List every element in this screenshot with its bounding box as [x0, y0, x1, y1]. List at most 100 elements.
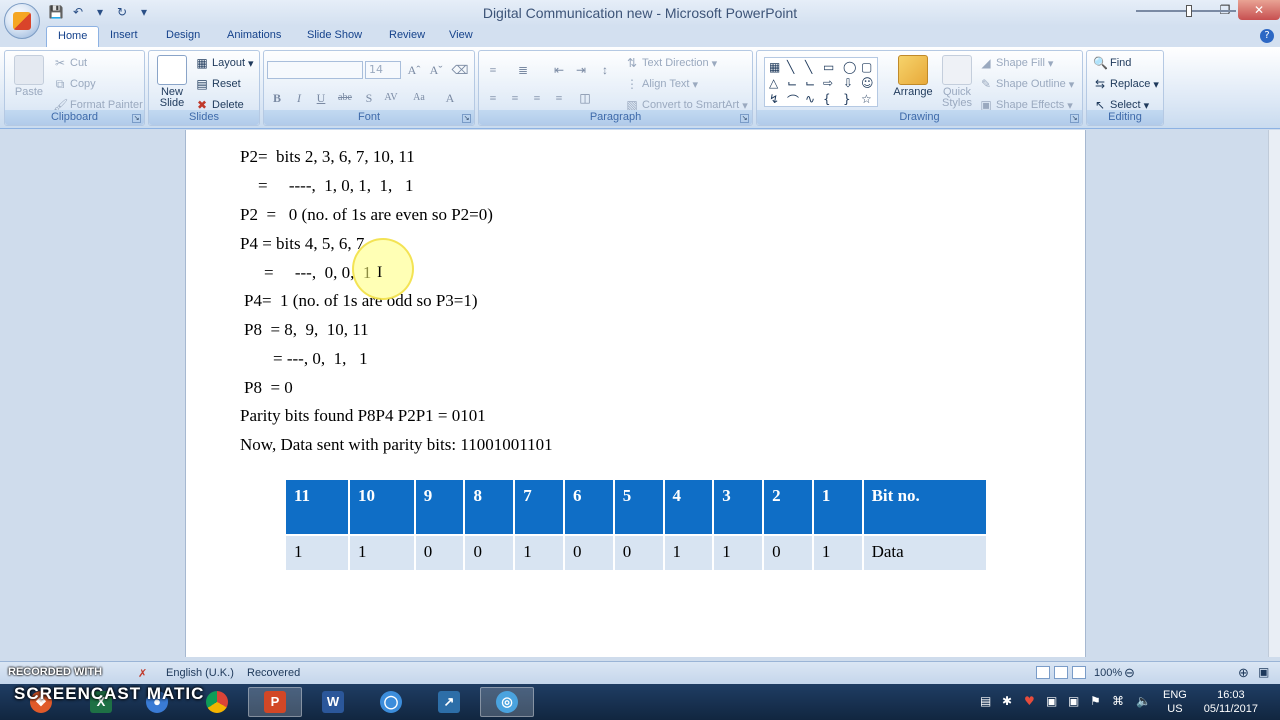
fit-to-window-icon[interactable]: ▣ — [1258, 665, 1269, 679]
text-line[interactable]: P2 = 0 (no. of 1s are even so P2=0) — [240, 205, 493, 225]
text-direction-button[interactable]: ⇅ Text Direction ▾ — [625, 56, 717, 70]
elbow-connector-icon[interactable]: ⌙ — [805, 76, 815, 90]
align-center-icon[interactable]: ≡ — [505, 89, 525, 107]
bit-table[interactable]: 11 10 9 8 7 6 5 4 3 2 1 Bit no. 1 1 0 0 … — [284, 478, 989, 572]
decrease-indent-icon[interactable]: ⇤ — [549, 61, 569, 79]
strikethrough-icon[interactable]: abe — [335, 89, 355, 107]
grow-font-icon[interactable]: Aˆ — [404, 61, 424, 79]
zoom-level[interactable]: 100% — [1094, 667, 1122, 679]
text-line[interactable]: = ---, 0, 1, 1 — [273, 349, 368, 369]
lightning-shape-icon[interactable]: ↯ — [769, 92, 779, 106]
rounded-rect-shape-icon[interactable]: ▢ — [861, 60, 872, 74]
text-line[interactable]: P4 = bits 4, 5, 6, 7 — [240, 234, 364, 254]
wifi-icon[interactable]: ⌘ — [1112, 694, 1124, 708]
right-brace-shape-icon[interactable]: } — [843, 92, 851, 106]
shapes-gallery[interactable]: ▦ ╲ ╲ ▭ ◯ ▢ △ ⌙ ⌙ ⇨ ⇩ ☺ ↯ ⌒ ∿ { } ☆ — [764, 57, 878, 109]
system-clock[interactable]: 16:03 05/11/2017 — [1204, 688, 1258, 716]
tray-app-icon[interactable]: ▣ — [1068, 694, 1079, 708]
shape-fill-button[interactable]: ◢ Shape Fill ▾ — [979, 56, 1053, 70]
find-button[interactable]: 🔍 Find — [1093, 56, 1131, 70]
freeform-shape-icon[interactable]: ∿ — [805, 92, 815, 106]
italic-icon[interactable]: I — [289, 89, 309, 107]
triangle-shape-icon[interactable]: △ — [769, 76, 778, 90]
increase-indent-icon[interactable]: ⇥ — [571, 61, 591, 79]
text-shadow-icon[interactable]: S — [359, 89, 379, 107]
new-slide-button[interactable]: New Slide — [153, 55, 191, 109]
volume-icon[interactable]: 🔈 — [1136, 694, 1151, 708]
shrink-font-icon[interactable]: Aˇ — [426, 61, 446, 79]
office-button[interactable] — [4, 3, 40, 39]
align-text-button[interactable]: ⋮ Align Text ▾ — [625, 77, 698, 91]
numbering-icon[interactable]: ≣ — [513, 61, 533, 79]
text-line[interactable]: P4= 1 (no. of 1s are odd so P3=1) — [244, 291, 478, 311]
text-line[interactable]: P2= bits 2, 3, 6, 7, 10, 11 — [240, 147, 415, 167]
slide-sorter-view-icon[interactable] — [1054, 666, 1068, 679]
line-shape-icon[interactable]: ╲ — [787, 60, 794, 74]
paste-button[interactable]: Paste — [11, 55, 47, 98]
left-brace-shape-icon[interactable]: { — [823, 92, 831, 106]
taskbar-browser[interactable]: ◯ — [364, 687, 418, 717]
copy-button[interactable]: ⧉ Copy — [53, 77, 96, 91]
columns-icon[interactable]: ◫ — [575, 89, 595, 107]
tab-insert[interactable]: Insert — [110, 29, 138, 41]
quick-styles-button[interactable]: Quick Styles — [937, 55, 977, 109]
tray-app-icon[interactable]: ▣ — [1046, 694, 1057, 708]
text-line[interactable]: P8 = 8, 9, 10, 11 — [244, 320, 369, 340]
taskbar-app[interactable]: ↗ — [422, 687, 476, 717]
oval-shape-icon[interactable]: ◯ — [843, 60, 856, 74]
align-right-icon[interactable]: ≡ — [527, 89, 547, 107]
text-box-icon[interactable]: ▦ — [769, 60, 780, 74]
shape-outline-button[interactable]: ✎ Shape Outline ▾ — [979, 77, 1074, 91]
input-language[interactable]: ENG US — [1163, 688, 1187, 716]
tab-animations[interactable]: Animations — [227, 29, 281, 41]
vertical-scrollbar[interactable] — [1268, 130, 1280, 657]
font-color-icon[interactable]: A — [440, 89, 460, 107]
text-line[interactable]: Now, Data sent with parity bits: 1100100… — [240, 435, 553, 455]
replace-button[interactable]: ⇆ Replace ▾ — [1093, 77, 1159, 91]
justify-icon[interactable]: ≡ — [549, 89, 569, 107]
spellcheck-icon[interactable]: ✗ — [138, 667, 147, 680]
change-case-icon[interactable]: Aa — [409, 89, 429, 107]
drawing-launcher-icon[interactable]: ↘ — [1070, 114, 1079, 123]
bullets-icon[interactable]: ≡ — [483, 61, 503, 79]
zoom-out-icon[interactable]: ⊖ — [1124, 665, 1135, 681]
help-icon[interactable]: ? — [1260, 29, 1274, 43]
taskbar-recorder[interactable]: ◎ — [480, 687, 534, 717]
curve-shape-icon[interactable]: ⌒ — [787, 92, 799, 109]
align-left-icon[interactable]: ≡ — [483, 89, 503, 107]
arrange-button[interactable]: Arrange — [893, 55, 933, 98]
clear-formatting-icon[interactable]: ⌫ — [450, 61, 470, 79]
close-button[interactable]: ✕ — [1238, 0, 1280, 20]
tab-review[interactable]: Review — [389, 29, 425, 41]
tray-network-icon[interactable]: ▤ — [980, 694, 991, 708]
flag-icon[interactable]: ⚑ — [1090, 694, 1101, 708]
tab-home[interactable]: Home — [46, 26, 100, 48]
bold-icon[interactable]: B — [267, 89, 287, 107]
text-line[interactable]: Parity bits found P8P4 P2P1 = 0101 — [240, 406, 486, 426]
bluetooth-icon[interactable]: ✱ — [1002, 694, 1012, 708]
cut-button[interactable]: ✂ Cut — [53, 56, 87, 70]
right-arrow-shape-icon[interactable]: ⇨ — [823, 76, 833, 90]
smiley-shape-icon[interactable]: ☺ — [861, 76, 874, 90]
taskbar-word[interactable]: W — [306, 687, 360, 717]
line-spacing-icon[interactable]: ↕ — [595, 61, 615, 79]
tab-view[interactable]: View — [449, 29, 473, 41]
reset-button[interactable]: ▤ Reset — [195, 77, 240, 91]
elbow-connector-icon[interactable]: ⌙ — [787, 76, 797, 90]
font-launcher-icon[interactable]: ↘ — [462, 114, 471, 123]
underline-icon[interactable]: U — [311, 89, 331, 107]
zoom-slider-thumb[interactable] — [1186, 5, 1192, 17]
rectangle-shape-icon[interactable]: ▭ — [823, 60, 834, 74]
text-line[interactable]: = ----, 1, 0, 1, 1, 1 — [258, 176, 413, 196]
slide-show-view-icon[interactable] — [1072, 666, 1086, 679]
star-shape-icon[interactable]: ☆ — [861, 92, 872, 106]
layout-button[interactable]: ▦ Layout ▾ — [195, 56, 253, 70]
normal-view-icon[interactable] — [1036, 666, 1050, 679]
character-spacing-icon[interactable]: AV — [381, 89, 401, 107]
clipboard-launcher-icon[interactable]: ↘ — [132, 114, 141, 123]
down-arrow-shape-icon[interactable]: ⇩ — [843, 76, 853, 90]
zoom-in-icon[interactable]: ⊕ — [1238, 665, 1249, 681]
tab-slide-show[interactable]: Slide Show — [307, 29, 362, 41]
line-shape-icon[interactable]: ╲ — [805, 60, 812, 74]
tab-design[interactable]: Design — [166, 29, 200, 41]
